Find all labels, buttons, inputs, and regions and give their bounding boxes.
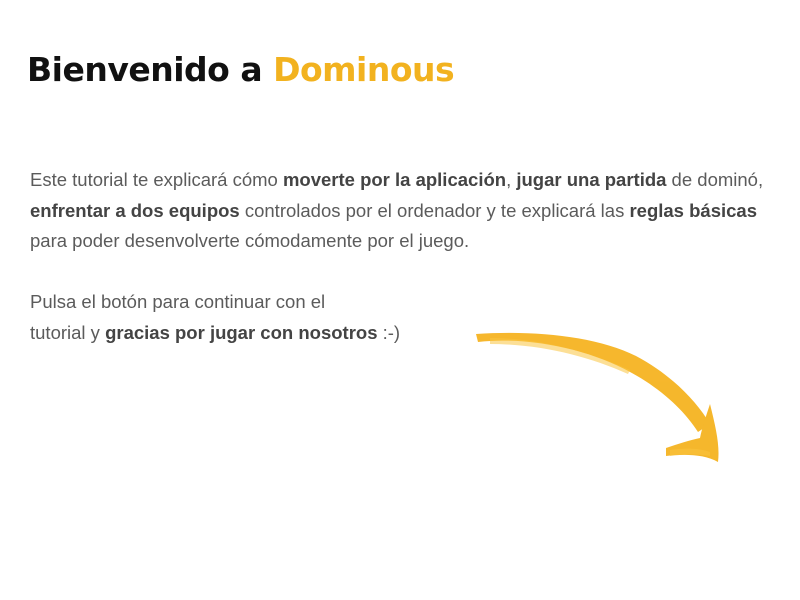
continue-text-2: tutorial y [30,321,106,343]
continue-text-1: Pulsa el botón para continuar con el [30,291,326,312]
page-title: Bienvenido a Dominous [27,50,455,89]
intro-text-3: de dominó, [666,169,764,190]
intro-paragraph: Este tutorial te explicará cómo moverte … [30,165,770,257]
title-brand: Dominous [273,50,455,89]
curved-arrow-down-right-icon [476,332,719,462]
continue-text-3: :-) [377,321,401,343]
intro-text-1: Este tutorial te explicará cómo [30,169,283,190]
intro-text-2: , [506,169,517,190]
welcome-screen: Bienvenido a Dominous Este tutorial te e… [0,0,800,600]
intro-highlight-rules: reglas básicas [629,199,757,221]
intro-highlight-teams: enfrentar a dos equipos [30,199,240,221]
title-prefix: Bienvenido a [27,50,263,89]
intro-text-5: para poder desenvolverte cómodamente por… [30,230,470,251]
tutorial-description: Este tutorial te explicará cómo moverte … [30,165,770,348]
continue-highlight-thanks: gracias por jugar con nosotros [105,321,378,343]
intro-highlight-play: jugar una partida [516,169,667,190]
intro-highlight-navigation: moverte por la aplicación [282,169,507,190]
intro-text-4: controlados por el ordenador y te explic… [239,199,630,221]
